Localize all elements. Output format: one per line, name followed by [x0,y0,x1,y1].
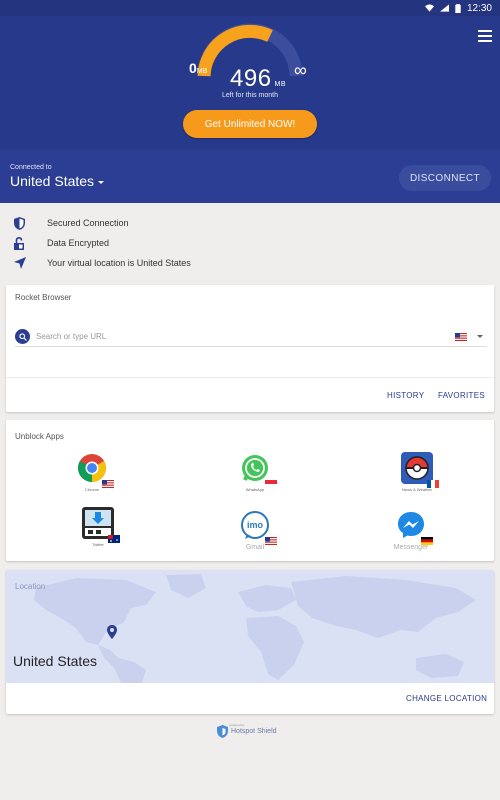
app-gmail[interactable]: imo Gmail [215,509,295,551]
app-label: Gmail [245,544,265,551]
app-messenger[interactable]: Messenger [371,509,451,551]
app-label: Messenger [393,544,429,551]
favorites-button[interactable]: FAVORITES [438,391,485,400]
history-button[interactable]: HISTORY [387,391,424,400]
powered-by-label: powered by [229,723,245,727]
shield-icon [14,216,25,230]
search-icon [18,332,27,341]
divider [6,377,494,378]
app-news-weather[interactable]: News & Weather [377,452,457,492]
footer-brand: powered by Hotspot Shield [217,723,277,738]
us-flag-icon [265,537,277,545]
data-max-label: ∞ [294,60,307,80]
status-row-location: Your virtual location is United States [0,255,500,271]
location-pin-icon [107,625,117,639]
us-flag-icon [102,480,114,488]
signal-icon [439,4,449,12]
brand-name: Hotspot Shield [231,728,277,735]
data-header: 0MB 496 MB ∞ Left for this month Get Unli… [0,16,500,150]
card-title: Unblock Apps [15,432,64,441]
card-title: Rocket Browser [15,293,72,302]
app-twitter[interactable]: Twitter [58,507,138,547]
battery-icon [455,3,461,13]
status-text: Data Encrypted [47,238,110,248]
app-label: WhatsApp [245,487,265,492]
url-input[interactable] [36,332,455,341]
location-card: Location United States CHANGE LOCATION [6,570,494,714]
data-min-label: 0MB [189,60,208,76]
app-whatsapp[interactable]: WhatsApp [215,452,295,492]
status-text: Secured Connection [47,218,129,228]
data-remaining-value: 496 MB [230,65,287,92]
hamburger-menu-icon[interactable] [478,30,492,42]
status-row-encrypted: Data Encrypted [0,235,500,251]
connection-bar: Connected to United States DISCONNECT [0,150,500,203]
fr-flag-icon [427,480,439,488]
unblock-apps-card: Unblock Apps Chrome WhatsApp News & Weat… [6,420,494,561]
hotspot-shield-logo-icon [217,725,228,738]
navigation-icon [14,257,26,269]
search-button[interactable] [15,329,30,344]
au-flag-icon [108,535,120,543]
sg-flag-icon [265,480,277,488]
lock-icon [14,236,24,250]
app-label: Chrome [84,487,100,492]
app-label: Twitter [92,542,104,547]
clock: 12:30 [466,2,492,14]
status-row-secured: Secured Connection [0,215,500,231]
country-selector[interactable]: United States [10,173,105,189]
de-flag-icon [421,537,433,545]
status-text: Your virtual location is United States [47,258,191,268]
us-flag-icon[interactable] [455,332,467,341]
wifi-icon [424,4,434,12]
rocket-browser-card: Rocket Browser HISTORY FAVORITES [6,285,494,412]
app-chrome[interactable]: Chrome [52,452,132,492]
chevron-down-icon[interactable] [477,335,483,338]
data-caption: Left for this month [221,92,279,99]
location-country: United States [13,653,98,669]
connected-to-label: Connected to [10,164,52,171]
country-name: United States [10,173,95,189]
search-bar [15,327,487,347]
chevron-down-icon [98,180,105,184]
location-title: Location [15,582,46,591]
disconnect-button[interactable]: DISCONNECT [399,165,491,191]
status-bar: 12:30 [0,0,500,16]
svg-text:imo: imo [247,520,264,530]
get-unlimited-button[interactable]: Get Unlimited NOW! [183,110,317,138]
change-location-button[interactable]: CHANGE LOCATION [406,694,487,703]
